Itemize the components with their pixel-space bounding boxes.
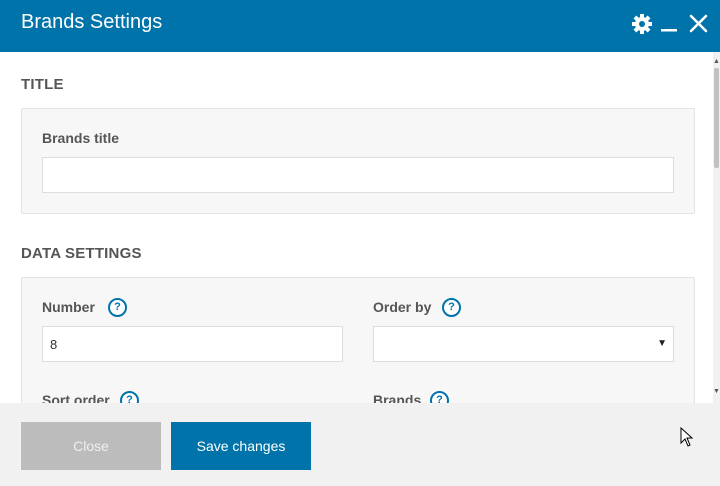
brands-title-input[interactable] <box>42 157 674 193</box>
scroll-thumb[interactable] <box>714 68 719 168</box>
order-by-label: Order by <box>373 299 432 315</box>
section-heading-title: TITLE <box>21 76 64 93</box>
sort-order-help-icon[interactable]: ? <box>120 391 139 403</box>
scroll-up-arrow-icon[interactable]: ▲ <box>713 58 720 66</box>
scroll-down-arrow-icon[interactable]: ▼ <box>713 388 720 396</box>
section-heading-data-settings: DATA SETTINGS <box>21 245 142 262</box>
settings-content[interactable]: TITLE Brands title DATA SETTINGS Number … <box>0 52 713 403</box>
window-titlebar: Brands Settings <box>0 0 720 52</box>
window-title: Brands Settings <box>21 11 163 33</box>
dialog-footer: Close Save changes <box>0 403 720 486</box>
number-help-icon[interactable]: ? <box>108 298 127 317</box>
data-settings-panel: Number ? Order by ? ▼ Sort order ? Brand… <box>21 277 695 403</box>
close-icon[interactable] <box>687 11 711 37</box>
gear-icon[interactable] <box>630 11 654 37</box>
vertical-scrollbar[interactable]: ▲ ▼ <box>713 52 720 403</box>
save-changes-button[interactable]: Save changes <box>171 422 311 470</box>
chevron-down-icon: ▼ <box>657 338 667 349</box>
close-button[interactable]: Close <box>21 422 161 470</box>
order-by-help-icon[interactable]: ? <box>442 298 461 317</box>
order-by-select[interactable]: ▼ <box>373 326 674 362</box>
mouse-cursor-icon <box>680 426 694 447</box>
number-label: Number <box>42 299 95 315</box>
number-input[interactable] <box>42 326 343 362</box>
brands-label: Brands <box>373 392 422 403</box>
title-panel: Brands title <box>21 108 695 214</box>
sort-order-label: Sort order <box>42 392 110 403</box>
brands-title-label: Brands title <box>42 130 120 146</box>
minimize-icon[interactable] <box>658 11 682 37</box>
brands-help-icon[interactable]: ? <box>430 391 449 403</box>
